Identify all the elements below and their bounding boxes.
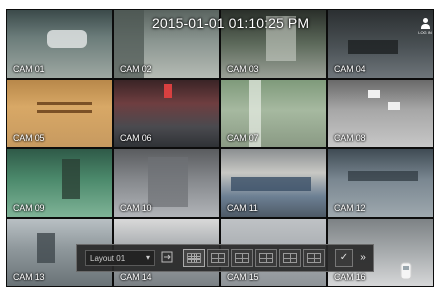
split-button-3[interactable]	[231, 249, 253, 267]
camera-label: CAM 02	[120, 63, 152, 74]
login-button[interactable]: LOG IN	[416, 18, 434, 36]
camera-label: CAM 08	[334, 133, 366, 143]
layout-select-value: Layout 01	[90, 254, 126, 263]
camera-tile-01[interactable]: CAM 01	[7, 10, 112, 78]
camera-label: CAM 16	[334, 272, 366, 282]
camera-label: CAM 15	[227, 272, 259, 282]
camera-label: CAM 03	[227, 63, 259, 74]
timestamp-overlay: 2015-01-01 01:10:25 PM	[152, 15, 310, 31]
split-button-6[interactable]	[303, 249, 325, 267]
user-icon	[422, 18, 428, 23]
camera-label: CAM 11	[227, 202, 258, 213]
camera-label: CAM 04	[334, 63, 366, 74]
camera-label: CAM 10	[120, 202, 152, 213]
camera-label: CAM 01	[13, 63, 45, 74]
chevron-down-icon: ▾	[145, 253, 150, 262]
check-icon: ✓	[339, 252, 349, 263]
double-chevron-right-icon: »	[360, 252, 366, 263]
more-button[interactable]: »	[357, 250, 369, 266]
camera-tile-07[interactable]: CAM 07	[221, 79, 326, 147]
login-label: LOG IN	[418, 30, 432, 35]
camera-tile-12[interactable]: CAM 12	[328, 149, 433, 217]
camera-tile-08[interactable]: CAM 08	[328, 79, 433, 147]
car-icon	[399, 262, 413, 280]
layout-select[interactable]: Layout 01 ▾	[85, 250, 155, 266]
camera-tile-09[interactable]: CAM 09	[7, 149, 112, 217]
camera-tile-05[interactable]: CAM 05	[7, 79, 112, 147]
camera-label: CAM 13	[13, 272, 45, 282]
split-16-button[interactable]	[183, 249, 205, 267]
camera-label: CAM 06	[120, 133, 152, 143]
camera-label: CAM 09	[13, 202, 45, 213]
split-button-2[interactable]	[207, 249, 229, 267]
split-button-4[interactable]	[255, 249, 277, 267]
camera-label: CAM 05	[13, 133, 45, 143]
camera-label: CAM 14	[120, 272, 152, 282]
sequence-button[interactable]	[160, 249, 174, 265]
camera-tile-10[interactable]: CAM 10	[114, 149, 219, 217]
camera-label: CAM 07	[227, 133, 259, 143]
camera-label: CAM 12	[334, 202, 366, 213]
sequence-icon	[161, 251, 173, 263]
confirm-button[interactable]: ✓	[335, 249, 353, 267]
split-button-5[interactable]	[279, 249, 301, 267]
camera-tile-11[interactable]: CAM 11	[221, 149, 326, 217]
user-icon	[420, 24, 430, 29]
camera-tile-06[interactable]: CAM 06	[114, 79, 219, 147]
layout-toolbar: Layout 01 ▾ ✓ »	[76, 244, 374, 272]
